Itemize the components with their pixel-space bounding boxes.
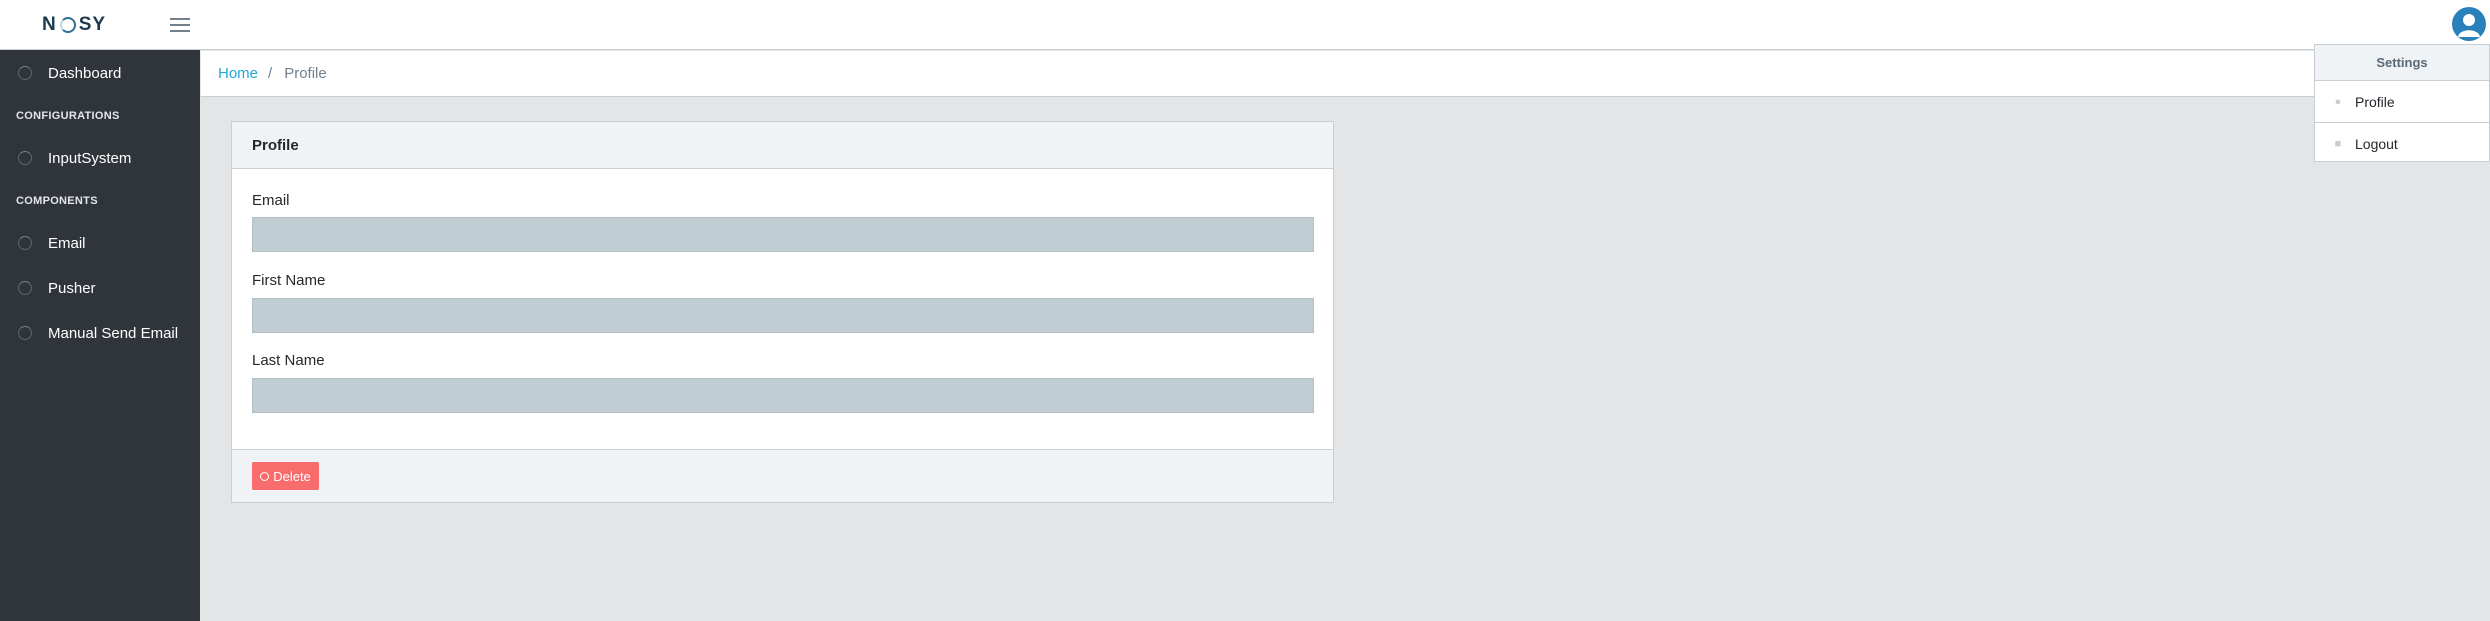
logo-text-right: SY	[78, 14, 107, 35]
delete-button[interactable]: Delete	[252, 462, 319, 490]
dropdown-item-label: Profile	[2355, 93, 2395, 110]
ban-icon	[260, 471, 270, 481]
last-name-label: Last Name	[252, 352, 325, 369]
sidebar-section-configurations: CONFIGURATIONS	[16, 110, 120, 122]
logo-text-left: N	[42, 14, 57, 35]
speedometer-icon	[18, 66, 32, 80]
profile-card: Profile Email First Name Last Name Delet…	[231, 121, 1334, 503]
sidebar-item-label: Dashboard	[48, 64, 122, 82]
lock-icon: ■	[2334, 137, 2342, 150]
breadcrumb-separator: /	[268, 65, 273, 82]
first-name-field[interactable]	[252, 298, 1314, 333]
dropdown-header: Settings	[2315, 45, 2489, 81]
menu-toggle-icon[interactable]	[170, 14, 190, 34]
breadcrumb-current: Profile	[284, 65, 327, 82]
logo-circle-icon	[59, 17, 76, 33]
sidebar-item-dashboard[interactable]: Dashboard	[0, 51, 200, 95]
sidebar-item-label: InputSystem	[48, 149, 132, 167]
sidebar-item-manual-send-email[interactable]: Manual Send Email	[0, 311, 200, 355]
sidebar-item-label: Email	[48, 234, 86, 252]
card-footer: Delete	[232, 449, 1333, 502]
dropdown-item-profile[interactable]: ● Profile	[2315, 81, 2489, 122]
sidebar: Dashboard CONFIGURATIONS InputSystem COM…	[0, 50, 200, 621]
dropdown-item-label: Logout	[2355, 135, 2398, 152]
breadcrumb-home-link[interactable]: Home	[218, 65, 258, 82]
breadcrumb: Home / Profile	[201, 51, 2490, 97]
speedometer-icon	[18, 281, 32, 295]
top-header: N SY	[0, 0, 2490, 50]
dropdown-item-logout[interactable]: ■ Logout	[2315, 123, 2489, 164]
speedometer-icon	[18, 151, 32, 165]
card-title: Profile	[232, 122, 1333, 169]
sidebar-item-email[interactable]: Email	[0, 221, 200, 265]
speedometer-icon	[18, 236, 32, 250]
sidebar-item-inputsystem[interactable]: InputSystem	[0, 136, 200, 180]
speedometer-icon	[18, 326, 32, 340]
settings-dropdown: Settings ● Profile ■ Logout	[2314, 44, 2490, 162]
first-name-label: First Name	[252, 272, 326, 289]
delete-button-label: Delete	[273, 468, 311, 484]
sidebar-section-components: COMPONENTS	[16, 195, 98, 207]
last-name-field[interactable]	[252, 378, 1314, 413]
user-avatar-icon[interactable]	[2452, 7, 2486, 41]
email-label: Email	[252, 192, 290, 209]
sidebar-item-label: Manual Send Email	[48, 324, 179, 342]
email-field[interactable]	[252, 217, 1314, 252]
sidebar-item-label: Pusher	[48, 279, 96, 297]
sidebar-item-pusher[interactable]: Pusher	[0, 266, 200, 310]
brand-logo[interactable]: N SY	[42, 11, 106, 39]
user-icon: ●	[2334, 95, 2342, 108]
